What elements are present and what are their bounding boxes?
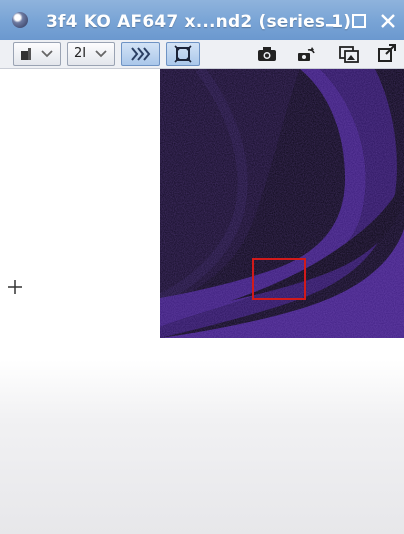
close-icon[interactable]	[379, 12, 397, 30]
image-overlay-icon[interactable]	[338, 44, 360, 64]
display-mode-icon	[21, 48, 31, 60]
window-title: 3f4 KO AF647 x...nd2 (series 1)	[46, 12, 352, 32]
image-canvas[interactable]	[0, 69, 404, 534]
rotate-snapshot-icon[interactable]	[295, 44, 317, 64]
minimize-icon[interactable]	[323, 12, 341, 30]
channel-toggle-button[interactable]	[121, 42, 160, 66]
window-titlebar[interactable]: 3f4 KO AF647 x...nd2 (series 1)	[0, 0, 404, 41]
viewer-toolbar: 2I	[0, 40, 404, 69]
open-external-icon[interactable]	[376, 44, 398, 64]
maximize-icon[interactable]	[350, 12, 368, 30]
microscopy-image[interactable]	[160, 69, 404, 338]
fit-to-window-button[interactable]	[166, 42, 200, 66]
channel-toggle-icon	[131, 47, 151, 61]
app-icon	[12, 12, 28, 28]
roi-rectangle[interactable]	[252, 258, 306, 300]
fit-to-window-icon	[174, 45, 192, 63]
camera-icon[interactable]	[256, 44, 278, 64]
display-mode-dropdown[interactable]	[13, 42, 61, 66]
chevron-down-icon	[41, 50, 53, 58]
zoom-dropdown[interactable]: 2I	[67, 42, 115, 66]
chevron-down-icon	[95, 50, 107, 58]
crosshair-cursor-icon	[8, 280, 22, 294]
zoom-label: 2I	[74, 46, 87, 61]
